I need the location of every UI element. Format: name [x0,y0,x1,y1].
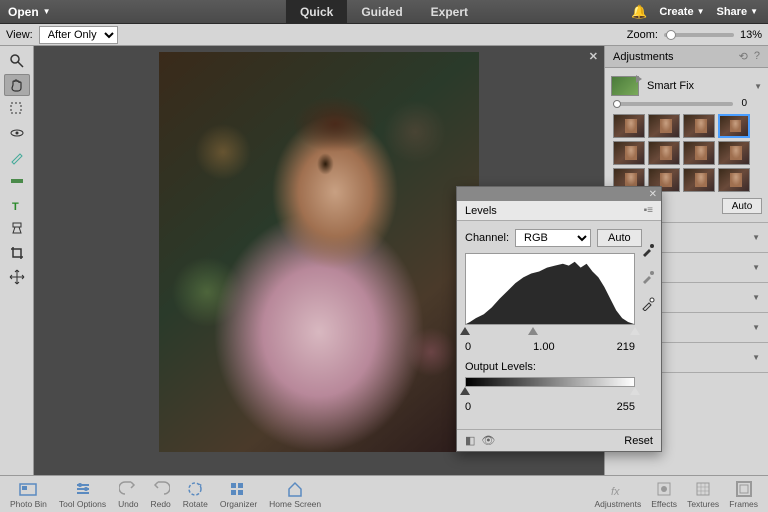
eye-tool[interactable] [4,122,30,144]
open-menu[interactable]: Open [8,5,39,19]
preset-thumb[interactable] [648,114,680,138]
selection-tool[interactable] [4,98,30,120]
eyedropper-white-icon[interactable] [641,297,655,314]
smartfix-label: Smart Fix [647,80,694,92]
smartfix-icon [611,76,639,96]
mode-tabs: Quick Guided Expert [286,0,482,24]
help-icon[interactable]: ? [754,50,760,63]
redo-button[interactable]: Redo [146,480,174,509]
type-tool[interactable]: T [4,194,30,216]
move-tool[interactable] [4,266,30,288]
preset-grid [611,114,762,192]
share-menu[interactable]: Share▼ [717,6,759,18]
toggle-layer-icon[interactable]: ◧ [465,434,475,447]
black-point-slider[interactable] [460,327,470,335]
whiten-tool[interactable] [4,146,30,168]
reset-icon[interactable]: ⟲ [739,50,748,63]
adjustments-title: Adjustments [613,51,674,63]
straighten-tool[interactable] [4,170,30,192]
panel-menu-icon[interactable]: ▪≡ [644,205,653,216]
eyedropper-black-icon[interactable] [641,243,655,260]
reset-button[interactable]: Reset [624,435,653,447]
preset-thumb[interactable] [683,114,715,138]
out-white-slider[interactable] [630,387,640,395]
output-sliders[interactable] [465,387,635,397]
bottom-bar: Photo Bin Tool Options Undo Redo Rotate … [0,475,768,512]
output-gradient [465,377,635,387]
svg-text:fx: fx [611,486,620,498]
effects-button[interactable]: Effects [647,480,681,509]
create-menu[interactable]: Create▼ [659,6,704,18]
spot-heal-tool[interactable] [4,218,30,240]
channel-select[interactable]: RGB [515,229,591,247]
input-sliders[interactable] [465,327,635,337]
out-black-slider[interactable] [460,387,470,395]
mid-point-slider[interactable] [528,327,538,335]
input-mid-value: 1.00 [533,341,554,353]
input-white-value: 219 [617,341,635,353]
auto-button-small[interactable]: Auto [722,198,762,214]
document-image[interactable] [159,52,479,452]
channel-label: Channel: [465,232,509,244]
close-icon[interactable]: ✕ [649,189,657,200]
home-button[interactable]: Home Screen [265,480,325,509]
auto-button[interactable]: Auto [597,229,642,247]
hand-tool[interactable] [4,74,30,96]
preset-thumb[interactable] [718,168,750,192]
tab-expert[interactable]: Expert [417,0,482,24]
preset-thumb[interactable] [718,114,750,138]
zoom-label: Zoom: [627,29,658,41]
close-icon[interactable]: ✕ [589,50,598,63]
options-bar: View: After Only Zoom: 13% [0,24,768,46]
eyedropper-gray-icon[interactable] [641,270,655,287]
input-black-value: 0 [465,341,471,353]
tab-guided[interactable]: Guided [347,0,416,24]
preview-icon[interactable]: 👁 [481,434,495,447]
top-bar: Open ▼ Quick Guided Expert 🔔 Create▼ Sha… [0,0,768,24]
rotate-button[interactable]: Rotate [179,480,212,509]
output-black-value: 0 [465,401,471,413]
levels-titlebar[interactable]: ✕ [457,187,661,201]
zoom-slider[interactable] [664,33,734,37]
view-label: View: [6,29,33,41]
bell-icon[interactable]: 🔔 [631,4,647,20]
levels-dialog: ✕ Levels▪≡ Channel: RGB Auto 0 1.00 219 … [456,186,662,452]
tool-options-button[interactable]: Tool Options [55,480,110,509]
tab-quick[interactable]: Quick [286,0,347,24]
preset-thumb[interactable] [613,141,645,165]
photo-bin-button[interactable]: Photo Bin [6,480,51,509]
undo-button[interactable]: Undo [114,480,142,509]
adjustments-button[interactable]: fxAdjustments [590,480,645,509]
caret-down-icon: ▼ [43,7,51,16]
organizer-button[interactable]: Organizer [216,480,261,509]
histogram [465,253,635,325]
output-label: Output Levels: [465,361,653,373]
textures-button[interactable]: Textures [683,480,723,509]
crop-tool[interactable] [4,242,30,264]
white-point-slider[interactable] [630,327,640,335]
preset-thumb[interactable] [718,141,750,165]
svg-text:T: T [12,201,19,213]
view-select[interactable]: After Only [39,26,118,44]
frames-button[interactable]: Frames [725,480,762,509]
preset-thumb[interactable] [683,168,715,192]
collapse-icon[interactable]: ▼ [754,82,762,91]
smartfix-slider[interactable]: 0 [613,102,733,106]
output-white-value: 255 [617,401,635,413]
preset-thumb[interactable] [683,141,715,165]
toolbar: T [0,46,34,475]
preset-thumb[interactable] [648,141,680,165]
levels-title: Levels [465,205,497,217]
zoom-value: 13% [740,29,762,41]
zoom-tool[interactable] [4,50,30,72]
preset-thumb[interactable] [613,114,645,138]
